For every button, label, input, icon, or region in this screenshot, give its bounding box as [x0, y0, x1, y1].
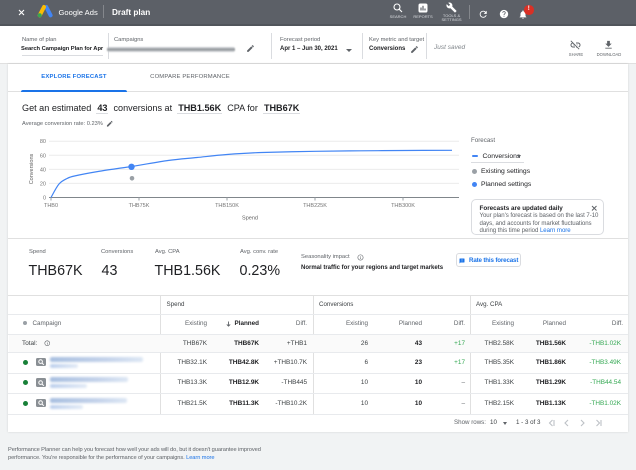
svg-text:Conversions: Conversions [29, 153, 35, 184]
svg-text:THB225K: THB225K [303, 203, 327, 209]
svg-text:THB150K: THB150K [215, 203, 239, 209]
svg-text:0: 0 [43, 196, 46, 202]
svg-text:THB300K: THB300K [391, 203, 415, 209]
svg-text:60: 60 [40, 153, 46, 159]
svg-text:Spend: Spend [242, 216, 258, 222]
svg-text:80: 80 [40, 139, 46, 145]
svg-text:THB75K: THB75K [129, 203, 150, 209]
svg-text:THB0: THB0 [44, 203, 58, 209]
svg-text:20: 20 [40, 181, 46, 187]
svg-text:40: 40 [40, 167, 46, 173]
